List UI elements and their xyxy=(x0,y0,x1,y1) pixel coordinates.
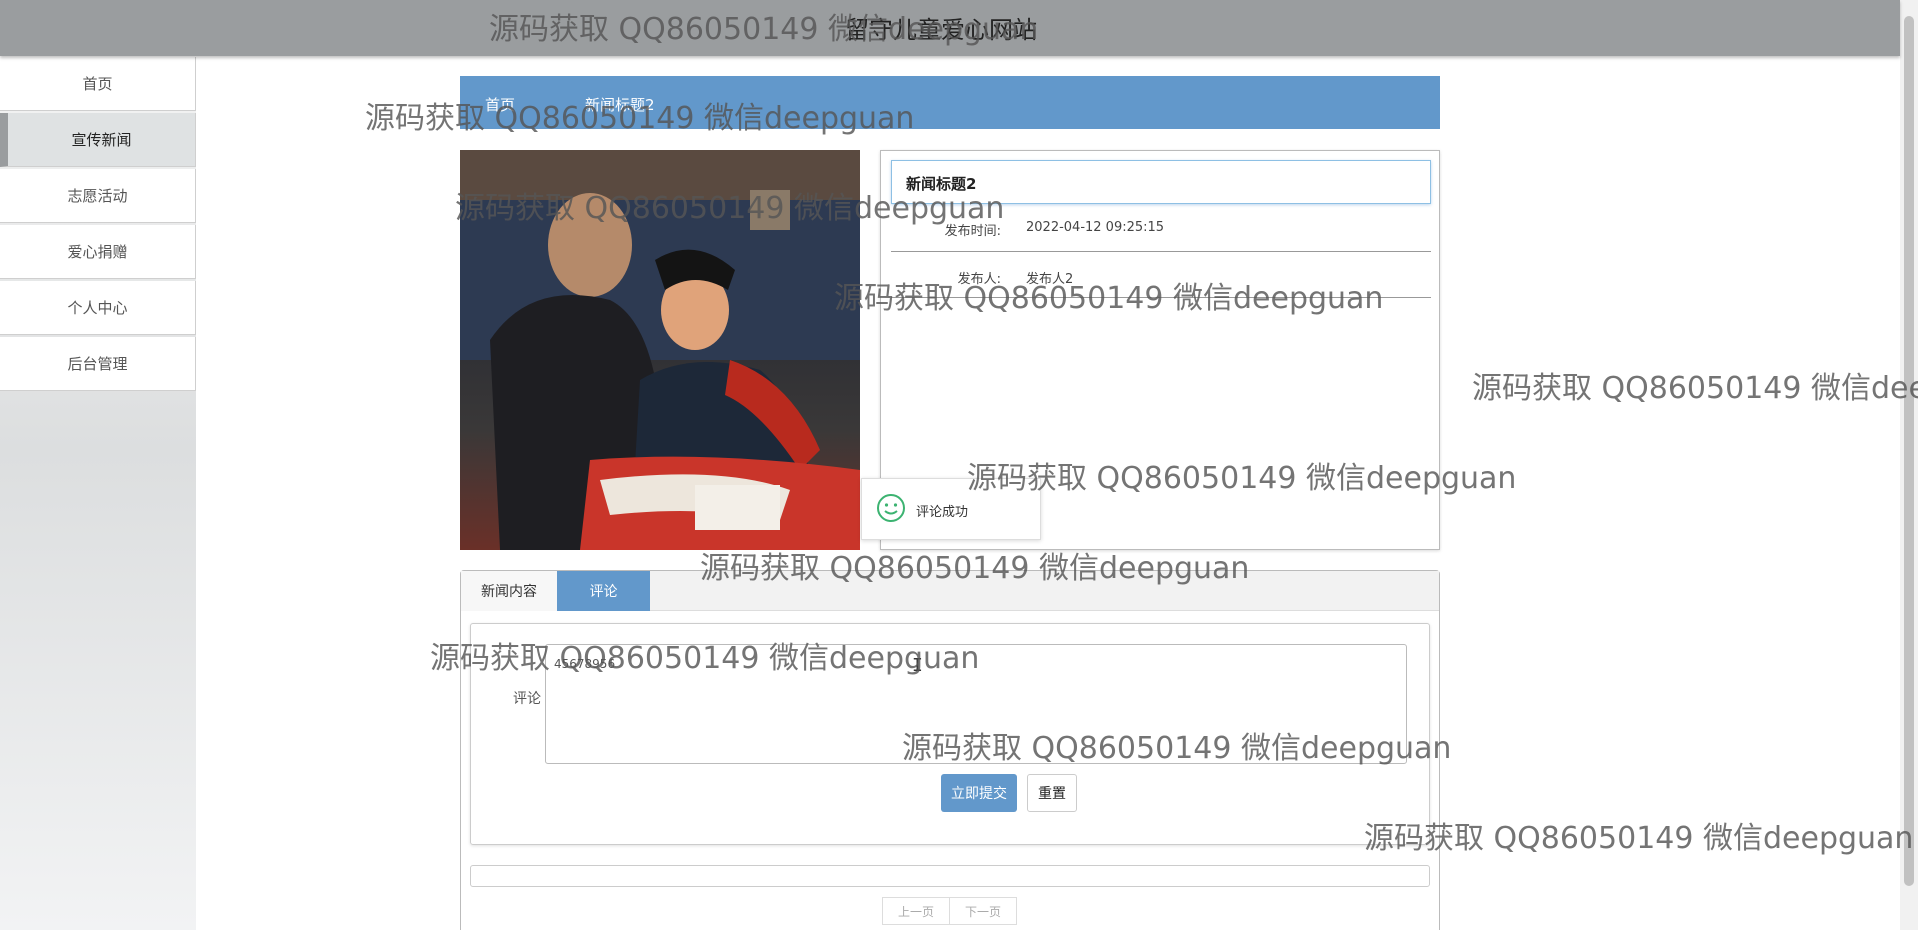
publish-time-row: 发布时间: 2022-04-12 09:25:15 xyxy=(891,204,1431,252)
success-toast: 评论成功 xyxy=(861,478,1041,540)
scrollbar-thumb[interactable] xyxy=(1904,16,1914,886)
news-image xyxy=(460,150,860,550)
comment-label: 评论 xyxy=(513,691,541,707)
toast-message: 评论成功 xyxy=(916,505,969,520)
comment-form: 评论 45678956 立即提交 重置 xyxy=(470,623,1430,845)
breadcrumb: 首页 新闻标题2 xyxy=(460,76,1440,129)
smile-icon xyxy=(877,494,905,522)
prev-page-button[interactable]: 上一页 xyxy=(882,897,950,925)
vertical-scrollbar[interactable] xyxy=(1900,0,1918,930)
publisher-label: 发布人: xyxy=(957,272,1001,287)
comment-textarea[interactable]: 45678956 xyxy=(545,644,1407,764)
submit-button[interactable]: 立即提交 xyxy=(941,774,1017,812)
publish-time-value: 2022-04-12 09:25:15 xyxy=(1026,220,1165,235)
tab-news-content[interactable]: 新闻内容 xyxy=(461,571,557,611)
sidebar-item-profile[interactable]: 个人中心 xyxy=(0,281,196,335)
sidebar-item-home[interactable]: 首页 xyxy=(0,57,196,111)
sidebar-item-news[interactable]: 宣传新闻 xyxy=(0,113,196,167)
news-tabs-panel: 新闻内容 评论 评论 45678956 立即提交 重置 上一页 下一页 xyxy=(460,570,1440,930)
publisher-row: 发布人: 发布人2 xyxy=(891,252,1431,298)
tab-bar: 新闻内容 评论 xyxy=(461,571,1439,611)
publisher-value: 发布人2 xyxy=(1026,272,1074,287)
news-photo-illustration xyxy=(460,150,860,550)
top-header: 留守儿童爱心网站 xyxy=(0,0,1900,56)
news-title: 新闻标题2 xyxy=(891,160,1431,204)
pagination: 上一页 下一页 xyxy=(882,897,1017,925)
site-title: 留守儿童爱心网站 xyxy=(845,16,1037,44)
reset-button[interactable]: 重置 xyxy=(1027,774,1077,812)
sidebar-item-volunteer[interactable]: 志愿活动 xyxy=(0,169,196,223)
tab-comments[interactable]: 评论 xyxy=(557,571,650,611)
sidebar: 首页 宣传新闻 志愿活动 爱心捐赠 个人中心 后台管理 xyxy=(0,57,196,930)
sidebar-item-admin[interactable]: 后台管理 xyxy=(0,337,196,391)
text-cursor-icon: I xyxy=(912,655,923,676)
breadcrumb-home-link[interactable]: 首页 xyxy=(485,94,515,115)
publish-time-label: 发布时间: xyxy=(944,224,1001,239)
watermark: 源码获取 QQ86050149 微信deepguan xyxy=(1472,371,1918,406)
next-page-button[interactable]: 下一页 xyxy=(949,897,1017,925)
comment-list xyxy=(470,865,1430,887)
sidebar-item-donation[interactable]: 爱心捐赠 xyxy=(0,225,196,279)
breadcrumb-current: 新闻标题2 xyxy=(585,96,655,114)
watermark: 源码获取 QQ86050149 微信deepguan xyxy=(1364,821,1914,856)
